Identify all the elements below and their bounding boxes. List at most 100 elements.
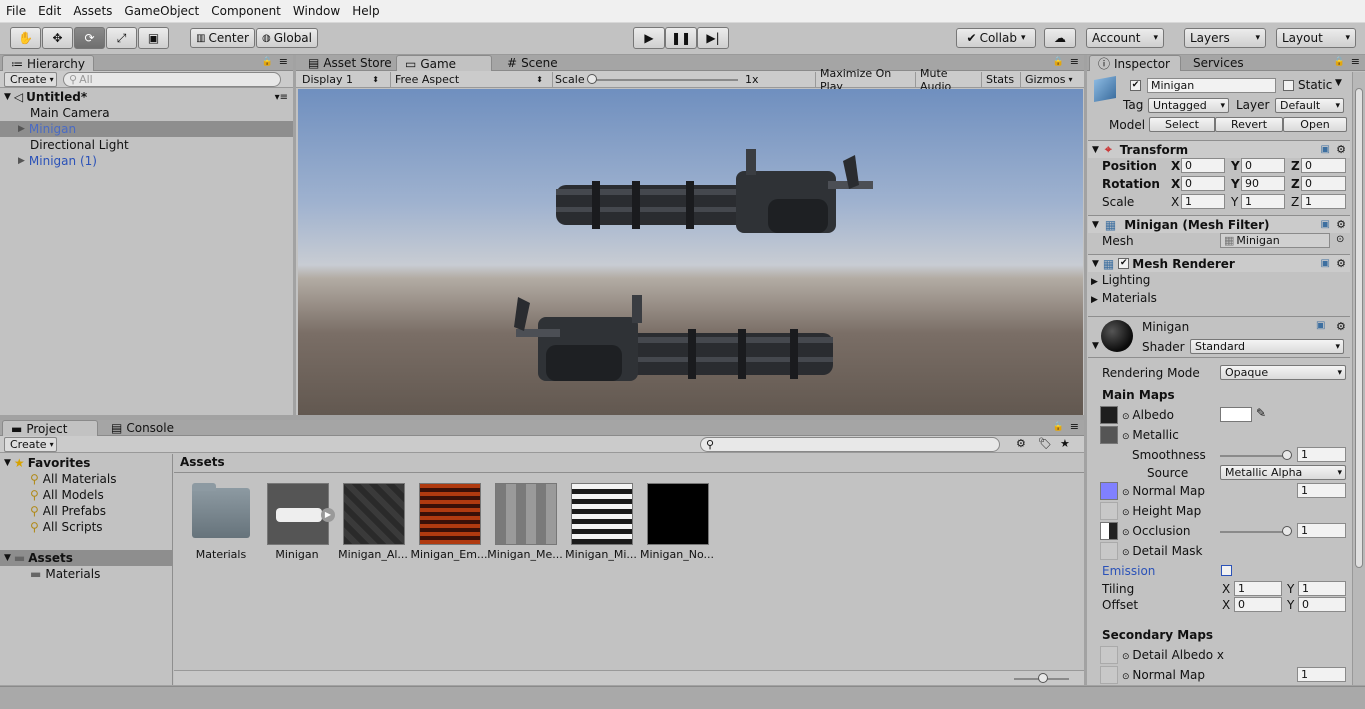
rotation-y-field[interactable]: 90 [1241, 176, 1285, 191]
mesh-filter-header[interactable]: ▼ ▦ Minigan (Mesh Filter) ▣ ⚙ [1088, 215, 1350, 233]
emission-checkbox[interactable] [1221, 565, 1232, 576]
model-select-button[interactable]: Select [1149, 117, 1215, 132]
normal-scale-field[interactable]: 1 [1297, 483, 1346, 498]
menu-component[interactable]: Component [205, 4, 287, 18]
pivot-global-button[interactable]: ◍ Global [256, 28, 318, 48]
menu-gameobject[interactable]: GameObject [118, 4, 205, 18]
gear-icon[interactable]: ⚙ [1336, 320, 1346, 333]
hierarchy-item-directional-light[interactable]: Directional Light [0, 137, 293, 153]
asset-minigan-normal[interactable] [647, 483, 709, 545]
asset-minigan-metallic[interactable] [495, 483, 557, 545]
tiling-x-field[interactable]: 1 [1234, 581, 1282, 596]
gear-icon[interactable]: ⚙ [1336, 257, 1346, 270]
occlusion-field[interactable]: 1 [1297, 523, 1346, 538]
scene-root[interactable]: ▼ ◁ Untitled* ▾≡ [0, 89, 293, 105]
assets-folder[interactable]: ▼ ▬ Assets [0, 550, 172, 566]
rotation-x-field[interactable]: 0 [1181, 176, 1225, 191]
rotate-tool-button[interactable]: ⟳ [74, 27, 105, 49]
hierarchy-item-minigan[interactable]: ▶ Minigan [0, 121, 293, 137]
normal-map-texture-slot[interactable] [1100, 482, 1118, 500]
scene-menu-icon[interactable]: ▾≡ [275, 92, 288, 103]
gizmos-dropdown[interactable]: Gizmos ▾ [1020, 72, 1080, 87]
gear-icon[interactable]: ⚙ [1336, 143, 1346, 156]
metallic-texture-slot[interactable] [1100, 426, 1118, 444]
layer-dropdown[interactable]: Default [1275, 98, 1344, 113]
lock-icon[interactable]: 🔒 [1053, 422, 1064, 432]
scale-y-field[interactable]: 1 [1241, 194, 1285, 209]
favorite-all-scripts[interactable]: ⚲ All Scripts [0, 519, 172, 535]
game-viewport[interactable] [298, 89, 1083, 415]
tag-dropdown[interactable]: Untagged [1148, 98, 1229, 113]
scale-slider[interactable]: Scale 1x [552, 72, 762, 87]
assets-materials-folder[interactable]: ▬ Materials [0, 566, 172, 582]
smoothness-field[interactable]: 1 [1297, 447, 1346, 462]
occlusion-slider[interactable] [1282, 526, 1292, 536]
detail-normal-scale-field[interactable]: 1 [1297, 667, 1346, 682]
asset-minigan-mixed[interactable] [571, 483, 633, 545]
menu-help[interactable]: Help [346, 4, 385, 18]
tab-scene[interactable]: # Scene [499, 55, 566, 71]
scale-x-field[interactable]: 1 [1181, 194, 1225, 209]
help-icon[interactable]: ▣ [1321, 144, 1330, 155]
help-icon[interactable]: ▣ [1321, 219, 1330, 230]
favorite-all-prefabs[interactable]: ⚲ All Prefabs [0, 503, 172, 519]
scale-z-field[interactable]: 1 [1301, 194, 1346, 209]
height-map-texture-slot[interactable] [1100, 502, 1118, 520]
eyedropper-icon[interactable]: ✎ [1256, 406, 1266, 420]
gear-icon[interactable]: ⚙ [1336, 218, 1346, 231]
static-dropdown-icon[interactable]: ▼ [1335, 78, 1342, 88]
detail-mask-texture-slot[interactable] [1100, 542, 1118, 560]
filter-label-icon[interactable]: 🏷 [1038, 437, 1052, 450]
help-icon[interactable]: ▣ [1316, 320, 1325, 331]
position-x-field[interactable]: 0 [1181, 158, 1225, 173]
offset-y-field[interactable]: 0 [1298, 597, 1346, 612]
hierarchy-search-input[interactable]: ⚲ All [63, 72, 281, 87]
detail-normal-texture-slot[interactable] [1100, 666, 1118, 684]
pivot-center-button[interactable]: ▥ Center [190, 28, 255, 48]
favorite-all-models[interactable]: ⚲ All Models [0, 487, 172, 503]
layout-dropdown[interactable]: Layout ▾ [1276, 28, 1356, 48]
layers-dropdown[interactable]: Layers ▾ [1184, 28, 1266, 48]
expand-arrow-icon[interactable]: ▶ [18, 156, 25, 166]
offset-x-field[interactable]: 0 [1234, 597, 1282, 612]
menu-edit[interactable]: Edit [32, 4, 67, 18]
stats-toggle[interactable]: Stats [981, 72, 1019, 87]
menu-file[interactable]: File [0, 4, 32, 18]
hierarchy-item-main-camera[interactable]: Main Camera [0, 105, 293, 121]
lock-icon[interactable]: 🔒 [1053, 57, 1064, 67]
panel-menu-icon[interactable]: ≡ [1351, 55, 1360, 68]
albedo-color-field[interactable] [1220, 407, 1252, 422]
detail-albedo-texture-slot[interactable] [1100, 646, 1118, 664]
favorite-star-icon[interactable]: ★ [1060, 437, 1070, 450]
transform-header[interactable]: ▼ ⌖ Transform ▣ ⚙ [1088, 140, 1350, 158]
materials-foldout[interactable]: ▶ Materials [1091, 291, 1157, 305]
model-open-button[interactable]: Open [1283, 117, 1347, 132]
tab-project[interactable]: ▬ Project [2, 420, 98, 436]
move-tool-button[interactable]: ✥ [42, 27, 73, 49]
asset-minigan-albedo[interactable] [343, 483, 405, 545]
mute-audio-toggle[interactable]: Mute Audio [915, 67, 980, 93]
material-foldout-arrow[interactable]: ▼ [1092, 341, 1099, 351]
expand-play-icon[interactable]: ▶ [321, 508, 335, 522]
expand-arrow-icon[interactable]: ▶ [18, 124, 25, 134]
tab-console[interactable]: ▤ Console [103, 420, 182, 436]
menu-assets[interactable]: Assets [67, 4, 118, 18]
filter-type-icon[interactable]: ⚙ [1016, 437, 1026, 450]
hierarchy-create-button[interactable]: Create ▾ [4, 72, 57, 87]
scrollbar-thumb[interactable] [1355, 88, 1363, 568]
asset-materials-folder[interactable] [192, 483, 250, 538]
mesh-renderer-header[interactable]: ▼ ▦ ✔ Mesh Renderer ▣ ⚙ [1088, 254, 1350, 272]
account-dropdown[interactable]: Account ▾ [1086, 28, 1164, 48]
rect-tool-button[interactable]: ▣ [138, 27, 169, 49]
panel-menu-icon[interactable]: ≡ [1070, 420, 1079, 433]
favorite-all-materials[interactable]: ⚲ All Materials [0, 471, 172, 487]
static-checkbox[interactable] [1283, 80, 1294, 91]
lighting-foldout[interactable]: ▶ Lighting [1091, 273, 1150, 287]
maximize-on-play-toggle[interactable]: Maximize On Play [815, 67, 913, 93]
mesh-field[interactable]: ▦ Minigan [1220, 233, 1330, 248]
hierarchy-item-minigan-1[interactable]: ▶ Minigan (1) [0, 153, 293, 169]
model-revert-button[interactable]: Revert [1215, 117, 1283, 132]
scale-tool-button[interactable]: ⤢ [106, 27, 137, 49]
aspect-dropdown[interactable]: Free Aspect ⬍ [390, 72, 548, 87]
smoothness-slider[interactable] [1282, 450, 1292, 460]
